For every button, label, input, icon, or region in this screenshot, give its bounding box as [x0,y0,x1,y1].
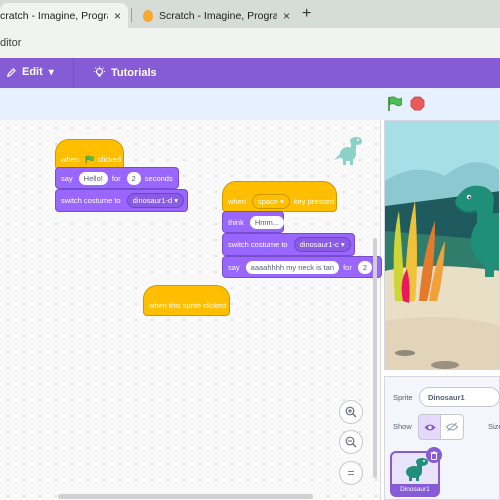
show-label: Show [393,422,412,431]
block-label: seconds [144,173,173,183]
show-visible-button[interactable] [418,414,442,440]
show-hidden-button[interactable] [440,414,464,440]
dinosaur-thumbnail-icon [406,458,428,481]
jurassic-backdrop [385,121,499,369]
sprite-label: Sprite [393,393,413,402]
dinosaur-sprite-watermark-icon [334,137,362,165]
new-tab-button[interactable]: + [302,5,311,23]
edit-menu[interactable]: Edit ▾ [6,66,54,78]
scratch-favicon-icon [143,9,153,22]
stage-canvas[interactable] [384,120,500,370]
delete-sprite-button[interactable] [426,447,442,463]
tab-title: cratch - Imagine, Program, Sh [0,9,108,22]
tutorials-menu[interactable]: Tutorials [93,66,157,79]
when-sprite-clicked-block[interactable]: when this sprite clicked [143,285,230,316]
block-label: key pressed [293,197,335,206]
horizontal-scrollbar[interactable] [58,494,313,499]
edit-menu-label: Edit [22,66,43,78]
think-block[interactable]: think Hmm... [222,211,285,233]
block-label: when [61,155,79,164]
eye-icon [424,424,436,430]
say-text-input[interactable]: Hello! [78,171,108,185]
green-flag-icon[interactable] [387,96,403,112]
tab-separator [131,8,132,22]
green-flag-icon [85,155,94,164]
zoom-in-icon [345,406,357,418]
close-tab-icon[interactable]: × [283,9,290,23]
block-label: think [228,217,244,227]
say-text-input[interactable]: aaaahhhh my neck is tan [245,260,340,274]
costume-dropdown[interactable]: dinosaur1-c ▾ [293,237,351,252]
browser-tab-strip: cratch - Imagine, Program, Sh × Scratch … [0,0,500,28]
key-dropdown[interactable]: space ▾ [251,194,290,209]
block-label: say [61,173,73,183]
block-label: clicked [98,155,121,164]
seconds-input[interactable]: 2 [126,171,141,185]
block-label: say [228,262,240,272]
pencil-icon [7,67,16,77]
zoom-reset-button[interactable]: = [339,461,363,485]
vertical-scrollbar[interactable] [373,238,377,478]
menu-divider [73,58,74,88]
zoom-out-icon [345,436,357,448]
block-label: for [343,262,352,272]
block-label: when [228,197,246,206]
lightbulb-icon [93,66,106,77]
block-label: when this sprite clicked [149,301,227,310]
zoom-in-button[interactable] [339,400,363,424]
address-text[interactable]: ditor [0,37,21,49]
size-label: Size [488,422,500,431]
code-workspace[interactable]: when clicked say Hello! for 2 seconds sw… [0,120,382,500]
tutorials-label: Tutorials [111,66,157,79]
switch-costume-block[interactable]: switch costume to dinosaur1-c ▾ [222,233,355,256]
zoom-reset-icon: = [347,466,355,480]
tab-title: Scratch - Imagine, Program, Sh [159,9,277,22]
stage-header [380,88,500,120]
say-for-seconds-block[interactable]: say Hello! for 2 seconds [55,167,179,189]
costume-dropdown[interactable]: dinosaur1-d ▾ [126,193,185,208]
block-label: switch costume to [61,196,121,205]
scratch-menu-bar: Edit ▾ Tutorials [0,58,500,88]
stop-icon[interactable] [410,96,425,111]
when-key-pressed-block[interactable]: when space ▾ key pressed [222,181,337,212]
when-flag-clicked-block[interactable]: when clicked [55,139,124,170]
sprite-name-input[interactable]: Dinosaur1 [419,387,500,407]
close-tab-icon[interactable]: × [114,9,121,23]
seconds-input[interactable]: 2 [357,260,372,274]
say-for-seconds-block[interactable]: say aaaahhhh my neck is tan for 2 [222,256,382,278]
think-text-input[interactable]: Hmm... [249,215,285,229]
browser-tab-active[interactable]: cratch - Imagine, Program, Sh × [0,3,128,28]
block-label: switch costume to [228,240,288,249]
address-bar[interactable]: ditor [0,28,500,59]
switch-costume-block[interactable]: switch costume to dinosaur1-d ▾ [55,189,188,212]
sprite-thumbnail-label: Dinosaur1 [392,484,438,495]
eye-slash-icon [446,422,458,432]
chevron-down-icon: ▾ [48,66,54,78]
trash-icon [430,450,438,460]
block-label: for [111,173,121,183]
zoom-out-button[interactable] [339,430,363,454]
browser-tab[interactable]: Scratch - Imagine, Program, Sh × [137,3,301,28]
